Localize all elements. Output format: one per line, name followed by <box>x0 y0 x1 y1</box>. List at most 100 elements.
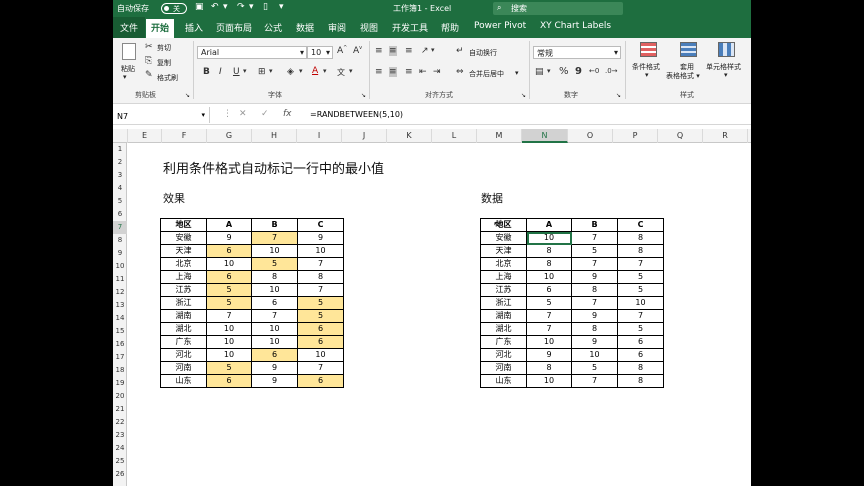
value-cell-b[interactable]: 7 <box>571 257 618 271</box>
row-header-25[interactable]: 25 <box>113 455 127 468</box>
row-header-5[interactable]: 5 <box>113 195 127 208</box>
value-cell-a[interactable]: 10 <box>526 374 572 388</box>
decrease-decimal-icon[interactable]: .0→ <box>605 67 618 75</box>
value-cell-b[interactable]: 7 <box>571 374 618 388</box>
value-cell-b[interactable]: 9 <box>251 374 298 388</box>
column-header-p[interactable]: P <box>613 129 658 143</box>
font-color-dropdown-icon[interactable]: ▾ <box>323 67 327 75</box>
column-header-i[interactable]: I <box>297 129 342 143</box>
header-cell[interactable]: 地区 <box>160 218 207 232</box>
row-header-13[interactable]: 13 <box>113 299 127 312</box>
phonetic-dropdown-icon[interactable]: ▾ <box>349 67 353 75</box>
region-cell[interactable]: 天津 <box>480 244 527 258</box>
align-middle-icon[interactable]: ≡ <box>389 46 397 56</box>
column-header-j[interactable]: J <box>342 129 387 143</box>
value-cell-c[interactable]: 7 <box>297 257 344 271</box>
tab-formulas[interactable]: 公式 <box>264 21 282 34</box>
row-header-20[interactable]: 20 <box>113 390 127 403</box>
row-header-24[interactable]: 24 <box>113 442 127 455</box>
row-header-6[interactable]: 6 <box>113 208 127 221</box>
tab-review[interactable]: 审阅 <box>328 21 346 34</box>
cut-icon[interactable]: ✂ <box>145 42 153 52</box>
value-cell-c[interactable]: 9 <box>297 231 344 245</box>
undo-icon[interactable]: ↶ <box>211 2 219 12</box>
borders-icon[interactable]: ⊞ <box>258 67 266 77</box>
value-cell-c[interactable]: 5 <box>297 309 344 323</box>
increase-indent-icon[interactable]: ⇥ <box>433 67 441 77</box>
value-cell-a[interactable]: 8 <box>526 257 572 271</box>
redo-dropdown-icon[interactable]: ▾ <box>249 2 254 12</box>
value-cell-b[interactable]: 9 <box>571 270 618 284</box>
column-header-q[interactable]: Q <box>658 129 703 143</box>
value-cell-b[interactable]: 5 <box>251 257 298 271</box>
format-painter-button[interactable]: 格式刷 <box>157 73 178 83</box>
value-cell-c[interactable]: 5 <box>297 296 344 310</box>
header-cell[interactable]: B <box>251 218 298 232</box>
phonetic-icon[interactable]: 文 <box>337 67 345 78</box>
header-cell[interactable]: C <box>617 218 664 232</box>
value-cell-b[interactable]: 10 <box>251 244 298 258</box>
region-cell[interactable]: 江苏 <box>160 283 207 297</box>
paste-icon[interactable] <box>122 43 136 60</box>
region-cell[interactable]: 河北 <box>480 348 527 362</box>
customize-qat-icon[interactable]: ▾ <box>279 2 284 12</box>
value-cell-a[interactable]: 7 <box>206 309 252 323</box>
region-cell[interactable]: 北京 <box>480 257 527 271</box>
column-header-g[interactable]: G <box>207 129 252 143</box>
row-header-9[interactable]: 9 <box>113 247 127 260</box>
underline-dropdown-icon[interactable]: ▾ <box>243 67 247 75</box>
conditional-format-icon[interactable] <box>640 42 657 57</box>
value-cell-c[interactable]: 6 <box>297 322 344 336</box>
row-header-18[interactable]: 18 <box>113 364 127 377</box>
value-cell-c[interactable]: 7 <box>297 283 344 297</box>
row-header-8[interactable]: 8 <box>113 234 127 247</box>
tab-page-layout[interactable]: 页面布局 <box>216 21 252 34</box>
value-cell-a[interactable]: 5 <box>206 296 252 310</box>
formula-input[interactable]: =RANDBETWEEN(5,10) <box>310 110 403 119</box>
row-header-23[interactable]: 23 <box>113 429 127 442</box>
bold-button[interactable]: B <box>203 67 210 77</box>
row-header-26[interactable]: 26 <box>113 468 127 481</box>
row-header-1[interactable]: 1 <box>113 143 127 156</box>
name-box[interactable]: N7 ▾ <box>113 107 210 123</box>
value-cell-c[interactable]: 8 <box>617 374 664 388</box>
tab-insert[interactable]: 插入 <box>185 21 203 34</box>
row-header-4[interactable]: 4 <box>113 182 127 195</box>
region-cell[interactable]: 安徽 <box>160 231 207 245</box>
value-cell-a[interactable]: 6 <box>526 283 572 297</box>
select-all-corner[interactable] <box>113 129 128 143</box>
row-header-15[interactable]: 15 <box>113 325 127 338</box>
value-cell-b[interactable]: 10 <box>571 348 618 362</box>
value-cell-a[interactable]: 10 <box>206 257 252 271</box>
value-cell-c[interactable]: 10 <box>297 244 344 258</box>
value-cell-c[interactable]: 6 <box>297 335 344 349</box>
row-header-16[interactable]: 16 <box>113 338 127 351</box>
value-cell-b[interactable]: 7 <box>251 309 298 323</box>
value-cell-c[interactable]: 8 <box>617 244 664 258</box>
value-cell-c[interactable]: 5 <box>617 270 664 284</box>
value-cell-a[interactable]: 10 <box>526 231 572 245</box>
copy-icon[interactable]: ⎘ <box>145 56 152 66</box>
tab-developer[interactable]: 开发工具 <box>392 21 428 34</box>
value-cell-a[interactable]: 7 <box>526 309 572 323</box>
column-header-r[interactable]: R <box>703 129 748 143</box>
value-cell-c[interactable]: 6 <box>617 348 664 362</box>
orientation-icon[interactable]: ↗ <box>421 46 429 56</box>
cell-styles-dropdown-icon[interactable]: ▾ <box>724 71 728 79</box>
undo-dropdown-icon[interactable]: ▾ <box>223 2 228 12</box>
tab-power-pivot[interactable]: Power Pivot <box>474 21 526 31</box>
region-cell[interactable]: 山东 <box>160 374 207 388</box>
number-launcher-icon[interactable]: ↘ <box>616 92 621 99</box>
percent-button[interactable]: % <box>559 66 569 77</box>
header-cell[interactable]: B <box>571 218 618 232</box>
region-cell[interactable]: 河南 <box>480 361 527 375</box>
region-cell[interactable]: 安徽 <box>480 231 527 245</box>
wrap-text-button[interactable]: 自动换行 <box>469 48 497 58</box>
value-cell-b[interactable]: 9 <box>571 309 618 323</box>
value-cell-b[interactable]: 6 <box>251 296 298 310</box>
value-cell-a[interactable]: 7 <box>526 322 572 336</box>
header-cell[interactable]: 地区 <box>480 218 527 232</box>
copy-button[interactable]: 复制 <box>157 58 171 68</box>
font-color-icon[interactable]: A <box>312 66 318 76</box>
new-file-icon[interactable]: ▯ <box>263 2 268 12</box>
